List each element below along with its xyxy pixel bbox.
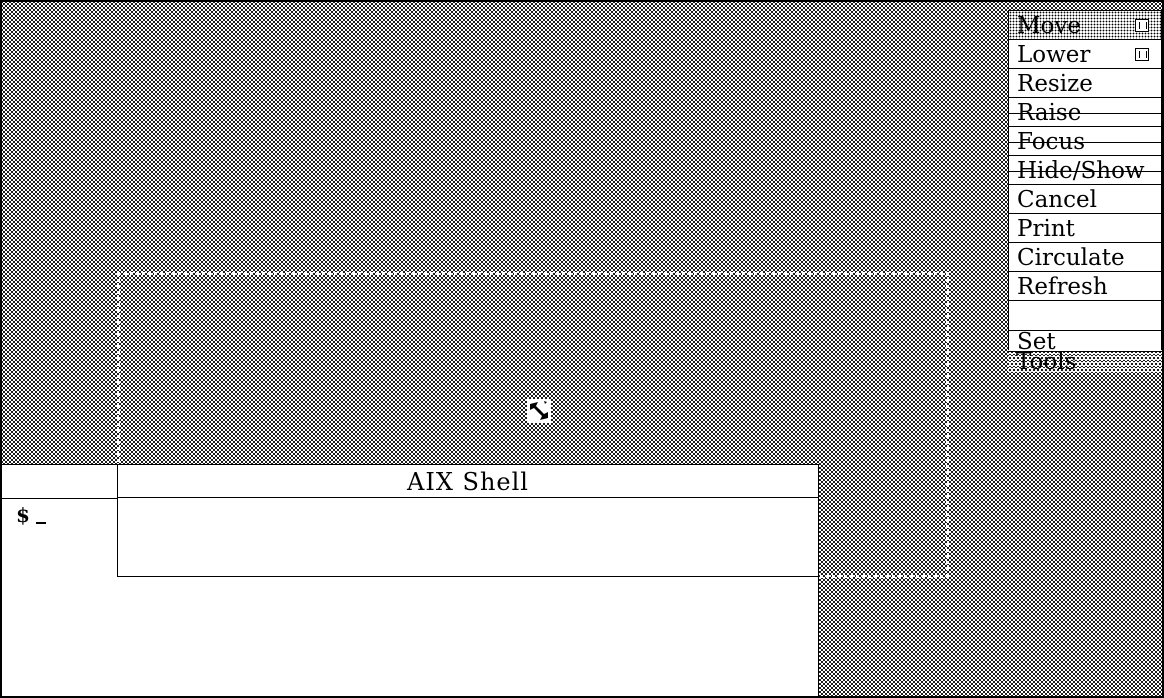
strike-line	[1009, 113, 1161, 114]
menu-item-print[interactable]: Print	[1009, 214, 1161, 243]
move-pointer-icon	[527, 399, 551, 423]
menu-item-lower[interactable]: Lower	[1009, 40, 1161, 69]
menu-item-raise[interactable]: Raise	[1009, 98, 1161, 127]
shell-divider	[2, 498, 118, 499]
shell-title-bar[interactable]: AIX Shell	[117, 465, 818, 498]
menu-item-label: Cancel	[1017, 187, 1097, 213]
menu-item-label: Move	[1017, 13, 1082, 39]
menu-item-label: Resize	[1017, 71, 1093, 97]
key-icon	[1135, 48, 1149, 61]
strike-line	[1009, 171, 1161, 172]
menu-item-move[interactable]: Move	[1009, 11, 1161, 40]
shell-divider	[117, 576, 818, 577]
menu-item-label: Refresh	[1017, 274, 1108, 300]
menu-item-refresh[interactable]: Refresh	[1009, 272, 1161, 301]
menu-item-set[interactable]: Set	[1009, 331, 1161, 351]
aix-shell-window[interactable]: AIX Shell $	[2, 464, 819, 697]
text-cursor	[35, 522, 46, 524]
menu-item-label: Tools	[1016, 349, 1077, 375]
menu-item-circulate[interactable]: Circulate	[1009, 243, 1161, 272]
shell-divider	[117, 498, 118, 577]
menu-item-label: Lower	[1017, 42, 1091, 68]
menu-item-label: Print	[1017, 216, 1075, 242]
menu-item-label: Circulate	[1017, 245, 1125, 271]
menu-item-hide-show[interactable]: Hide/Show	[1009, 156, 1161, 185]
shell-title: AIX Shell	[407, 468, 529, 496]
strike-line	[1009, 142, 1161, 143]
menu-item-blank[interactable]	[1009, 301, 1161, 331]
menu-item-tools[interactable]: Tools	[1008, 350, 1162, 374]
menu-item-cancel[interactable]: Cancel	[1009, 185, 1161, 214]
shell-prompt[interactable]: $	[16, 503, 46, 527]
window-manager-menu[interactable]: Move Lower Resize Raise Focus Hide/Show …	[1008, 10, 1162, 374]
prompt-symbol: $	[16, 503, 30, 527]
menu-item-label: Set	[1017, 331, 1056, 351]
menu-item-focus[interactable]: Focus	[1009, 127, 1161, 156]
key-icon	[1135, 19, 1149, 32]
menu-item-resize[interactable]: Resize	[1009, 69, 1161, 98]
